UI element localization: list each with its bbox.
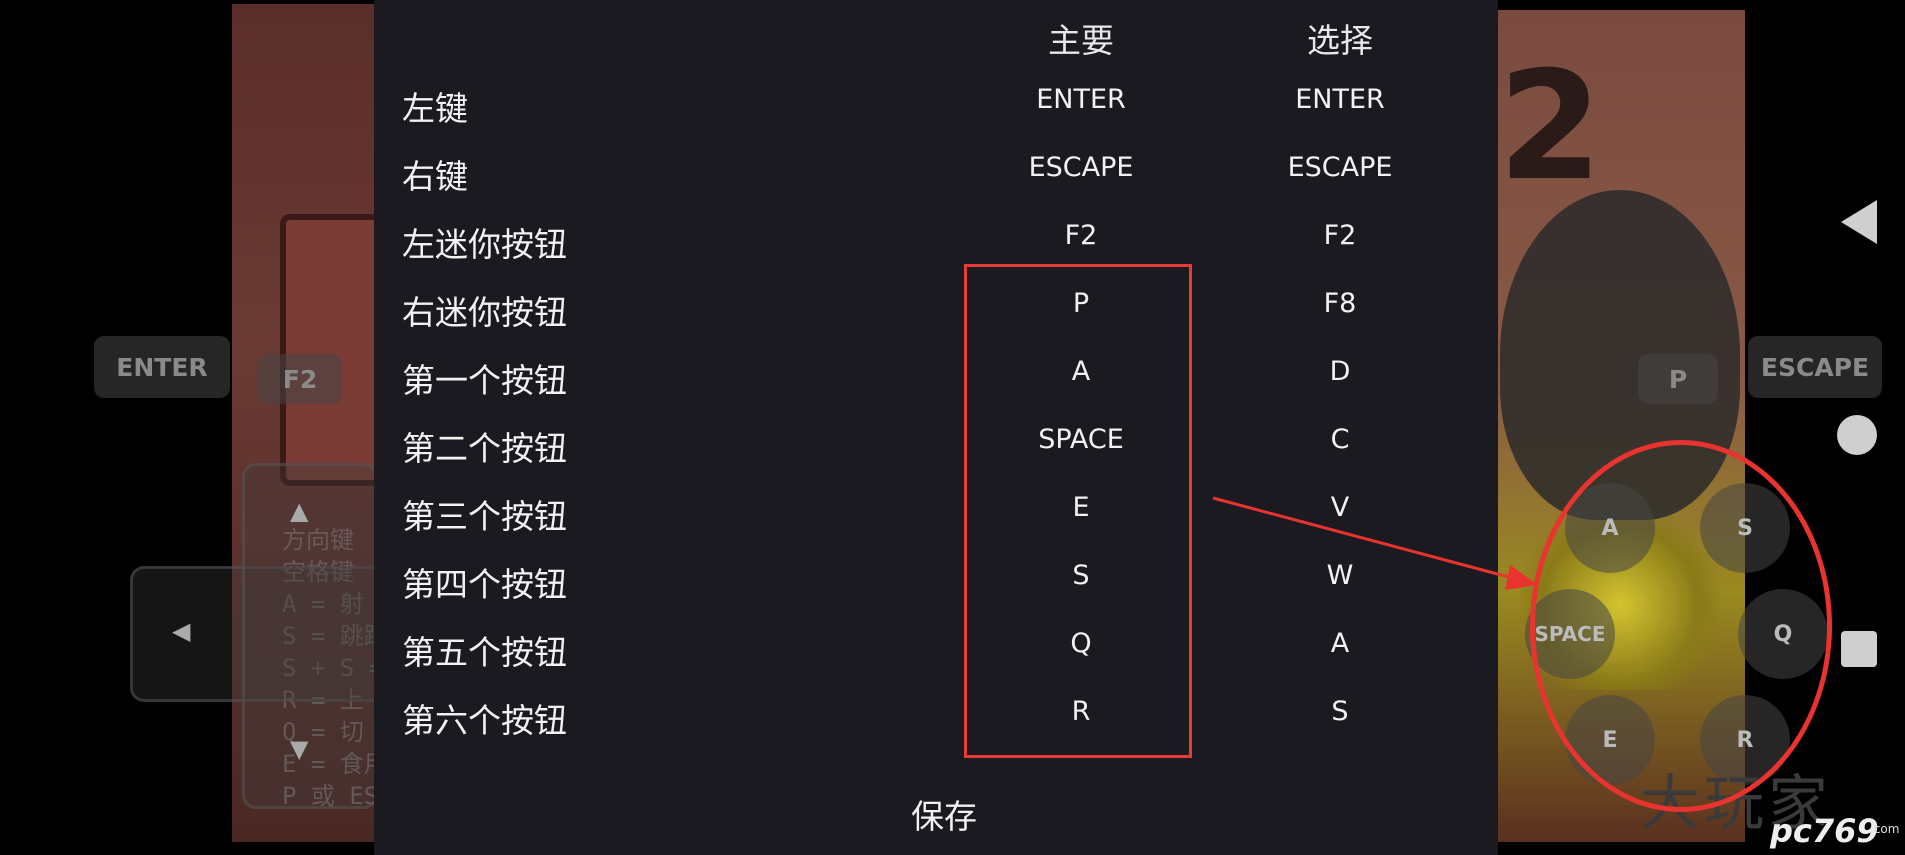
dpad-left-icon[interactable]: ◀: [172, 617, 190, 645]
mapping-row: 右键 ESCAPE ESCAPE: [374, 136, 1498, 204]
primary-key[interactable]: ENTER: [981, 84, 1181, 115]
overlay-escape-button[interactable]: ESCAPE: [1748, 336, 1882, 398]
highlight-rectangle: [964, 264, 1192, 758]
primary-key[interactable]: ESCAPE: [981, 152, 1181, 183]
mapping-row: 第二个按钮 SPACE C: [374, 408, 1498, 476]
mapping-row: 第五个按钮 Q A: [374, 612, 1498, 680]
row-label: 第一个按钮: [402, 361, 567, 400]
mapping-row: 第四个按钮 S W: [374, 544, 1498, 612]
row-label: 第六个按钮: [402, 701, 567, 740]
key-mapping-dialog: 主要 选择 左键 ENTER ENTER 右键 ESCAPE ESCAPE 左迷…: [374, 0, 1498, 855]
save-button[interactable]: 保存: [874, 790, 1014, 838]
highlight-ellipse: [1530, 440, 1832, 812]
nav-home-icon[interactable]: [1837, 415, 1877, 455]
secondary-key[interactable]: D: [1240, 356, 1440, 387]
row-label: 左迷你按钮: [402, 225, 567, 264]
dpad-down-icon[interactable]: ▼: [290, 735, 308, 763]
header-secondary: 选择: [1307, 21, 1373, 60]
row-label: 第三个按钮: [402, 497, 567, 536]
dpad-vertical[interactable]: [242, 463, 378, 809]
overlay-enter-button[interactable]: ENTER: [94, 336, 230, 398]
overlay-p-button[interactable]: P: [1638, 354, 1718, 404]
row-label: 第四个按钮: [402, 565, 567, 604]
overlay-f2-button[interactable]: F2: [258, 354, 342, 404]
secondary-key[interactable]: S: [1240, 696, 1440, 727]
row-label: 右迷你按钮: [402, 293, 567, 332]
row-label: 左键: [402, 89, 468, 128]
mapping-row: 第一个按钮 A D: [374, 340, 1498, 408]
secondary-key[interactable]: ESCAPE: [1240, 152, 1440, 183]
secondary-key[interactable]: C: [1240, 424, 1440, 455]
row-label: 右键: [402, 157, 468, 196]
mapping-row: 左键 ENTER ENTER: [374, 68, 1498, 136]
site-logo-suffix: .com: [1870, 822, 1900, 836]
mapping-row: 左迷你按钮 F2 F2: [374, 204, 1498, 272]
row-label: 第二个按钮: [402, 429, 567, 468]
secondary-key[interactable]: W: [1240, 560, 1440, 591]
secondary-key[interactable]: V: [1240, 492, 1440, 523]
header-primary: 主要: [1048, 21, 1114, 60]
secondary-key[interactable]: F8: [1240, 288, 1440, 319]
primary-key[interactable]: F2: [981, 220, 1181, 251]
secondary-key[interactable]: F2: [1240, 220, 1440, 251]
secondary-key[interactable]: ENTER: [1240, 84, 1440, 115]
site-logo: pc769: [1770, 812, 1879, 850]
mapping-row: 第三个按钮 E V: [374, 476, 1498, 544]
nav-recents-icon[interactable]: [1841, 631, 1877, 667]
nav-back-icon[interactable]: [1841, 200, 1877, 244]
dpad-up-icon[interactable]: ▲: [290, 497, 308, 525]
mapping-row: 右迷你按钮 P F8: [374, 272, 1498, 340]
mapping-row: 第六个按钮 R S: [374, 680, 1498, 748]
secondary-key[interactable]: A: [1240, 628, 1440, 659]
row-label: 第五个按钮: [402, 633, 567, 672]
game-title-fragment: 2: [1498, 40, 1603, 214]
